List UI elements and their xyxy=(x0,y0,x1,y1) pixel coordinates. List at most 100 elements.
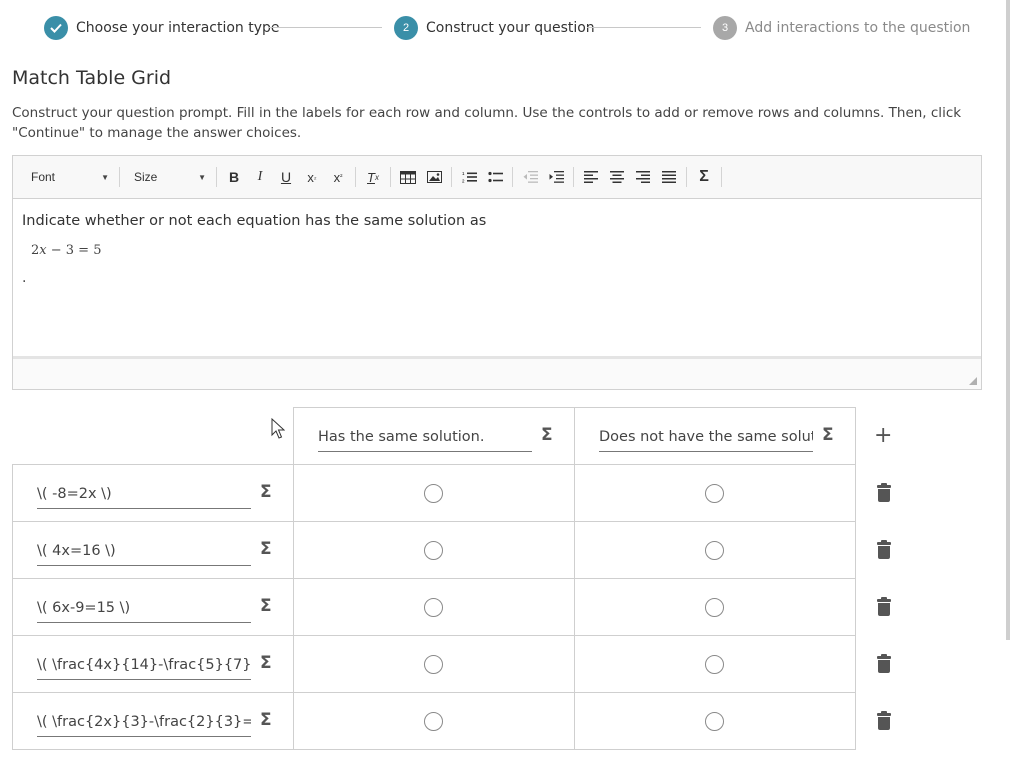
column-label-input[interactable]: Has the same solution. xyxy=(318,423,532,452)
step-1-label: Choose your interaction type xyxy=(76,20,280,36)
grid-radio[interactable] xyxy=(705,655,724,674)
align-left-icon[interactable] xyxy=(578,164,604,190)
page-title: Match Table Grid xyxy=(12,67,172,89)
svg-text:1: 1 xyxy=(462,171,465,176)
bulleted-list-icon[interactable] xyxy=(482,164,508,190)
align-center-icon[interactable] xyxy=(604,164,630,190)
image-icon[interactable] xyxy=(421,164,447,190)
row-label-cell: \( 4x=16 \) Σ xyxy=(12,521,294,579)
step-2-number: 2 xyxy=(394,16,418,40)
math-sigma-icon[interactable]: Σ xyxy=(691,164,717,190)
trash-icon[interactable] xyxy=(877,711,891,730)
grid-radio[interactable] xyxy=(424,655,443,674)
grid-cell xyxy=(293,464,575,522)
row-label-input[interactable]: \( -8=2x \) xyxy=(37,479,251,509)
grid-cell xyxy=(293,578,575,636)
step-3-label: Add interactions to the question xyxy=(745,20,971,36)
toolbar-divider xyxy=(721,167,722,187)
trash-icon[interactable] xyxy=(877,597,891,616)
row-label-cell: \( 6x-9=15 \) Σ xyxy=(12,578,294,636)
column-header-2: Does not have the same solut Σ xyxy=(574,407,856,465)
prompt-math: 2x − 3 = 5 xyxy=(31,243,102,258)
step-connector xyxy=(587,27,701,28)
grid-radio[interactable] xyxy=(705,484,724,503)
bold-button[interactable]: B xyxy=(221,164,247,190)
numbered-list-icon[interactable]: 12 xyxy=(456,164,482,190)
outdent-icon[interactable] xyxy=(517,164,543,190)
row-label-cell: \( \frac{4x}{14}-\frac{5}{7}=\fr Σ xyxy=(12,635,294,693)
font-dropdown[interactable]: Font ▼ xyxy=(21,164,115,190)
math-sigma-icon[interactable]: Σ xyxy=(822,425,834,445)
subscript-button[interactable]: x₂ xyxy=(299,164,325,190)
page-scrollbar[interactable] xyxy=(1006,0,1010,640)
remove-format-button[interactable]: Tx xyxy=(360,164,386,190)
font-dropdown-label: Font xyxy=(31,170,56,184)
prompt-editor: Font ▼ Size ▼ B I U x₂ x² Tx 12 Σ Indica… xyxy=(12,155,982,390)
size-dropdown[interactable]: Size ▼ xyxy=(124,164,212,190)
grid-radio[interactable] xyxy=(705,598,724,617)
grid-cell xyxy=(293,521,575,579)
math-sigma-icon[interactable]: Σ xyxy=(260,539,272,559)
math-sigma-icon[interactable]: Σ xyxy=(260,710,272,730)
grid-cell xyxy=(574,578,856,636)
grid-cell xyxy=(574,521,856,579)
math-sigma-icon[interactable]: Σ xyxy=(541,425,553,445)
editor-toolbar: Font ▼ Size ▼ B I U x₂ x² Tx 12 Σ xyxy=(13,156,981,199)
indent-icon[interactable] xyxy=(543,164,569,190)
step-2-label: Construct your question xyxy=(426,20,595,36)
trash-icon[interactable] xyxy=(877,540,891,559)
row-label-input[interactable]: \( 6x-9=15 \) xyxy=(37,593,251,623)
math-sigma-icon[interactable]: Σ xyxy=(260,653,272,673)
step-2[interactable]: 2 Construct your question xyxy=(394,15,595,41)
step-1[interactable]: Choose your interaction type xyxy=(44,15,280,41)
grid-cell xyxy=(574,692,856,750)
column-label-input[interactable]: Does not have the same solut xyxy=(599,423,813,452)
size-dropdown-label: Size xyxy=(134,170,158,184)
grid-radio[interactable] xyxy=(424,484,443,503)
progress-stepper: Choose your interaction type 2 Construct… xyxy=(44,15,970,41)
instructions-text: Construct your question prompt. Fill in … xyxy=(12,105,962,141)
underline-button[interactable]: U xyxy=(273,164,299,190)
superscript-button[interactable]: x² xyxy=(325,164,351,190)
grid-radio[interactable] xyxy=(424,541,443,560)
trash-icon[interactable] xyxy=(877,483,891,502)
mouse-cursor-icon xyxy=(271,418,285,439)
grid-radio[interactable] xyxy=(424,712,443,731)
step-3[interactable]: 3 Add interactions to the question xyxy=(713,15,970,41)
table-icon[interactable] xyxy=(395,164,421,190)
justify-icon[interactable] xyxy=(656,164,682,190)
chevron-down-icon: ▼ xyxy=(198,172,206,182)
add-column-button[interactable]: + xyxy=(874,425,892,447)
editor-content[interactable]: Indicate whether or not each equation ha… xyxy=(13,199,981,359)
math-sigma-icon[interactable]: Σ xyxy=(260,596,272,616)
toolbar-divider xyxy=(119,167,120,187)
grid-cell xyxy=(574,635,856,693)
toolbar-divider xyxy=(355,167,356,187)
grid-cell xyxy=(293,692,575,750)
grid-radio[interactable] xyxy=(705,712,724,731)
chevron-down-icon: ▼ xyxy=(101,172,109,182)
toolbar-divider xyxy=(686,167,687,187)
row-label-cell: \( \frac{2x}{3}-\frac{2}{3}=\fra Σ xyxy=(12,692,294,750)
column-header-1: Has the same solution. Σ xyxy=(293,407,575,465)
row-label-input[interactable]: \( \frac{2x}{3}-\frac{2}{3}=\fra xyxy=(37,707,251,737)
prompt-text: Indicate whether or not each equation ha… xyxy=(22,213,487,229)
trash-icon[interactable] xyxy=(877,654,891,673)
italic-button[interactable]: I xyxy=(247,164,273,190)
toolbar-divider xyxy=(573,167,574,187)
resize-handle-icon[interactable] xyxy=(969,377,977,385)
math-sigma-icon[interactable]: Σ xyxy=(260,482,272,502)
toolbar-divider xyxy=(216,167,217,187)
grid-radio[interactable] xyxy=(424,598,443,617)
row-label-input[interactable]: \( \frac{4x}{14}-\frac{5}{7}=\fr xyxy=(37,650,251,680)
grid-cell xyxy=(293,635,575,693)
row-label-input[interactable]: \( 4x=16 \) xyxy=(37,536,251,566)
grid-cell xyxy=(574,464,856,522)
toolbar-divider xyxy=(512,167,513,187)
svg-text:2: 2 xyxy=(462,179,465,184)
row-label-cell: \( -8=2x \) Σ xyxy=(12,464,294,522)
toolbar-divider xyxy=(451,167,452,187)
align-right-icon[interactable] xyxy=(630,164,656,190)
grid-radio[interactable] xyxy=(705,541,724,560)
step-3-number: 3 xyxy=(713,16,737,40)
